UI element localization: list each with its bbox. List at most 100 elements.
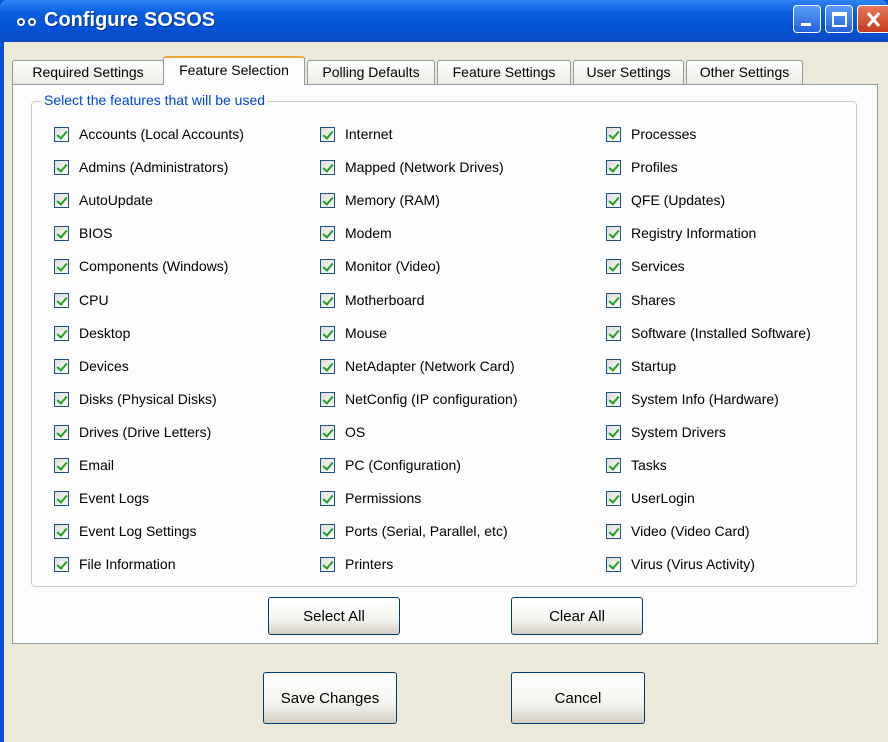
checkbox-checked-icon[interactable] — [320, 192, 335, 208]
feature-checkbox[interactable]: Monitor (Video) — [320, 256, 440, 276]
feature-checkbox[interactable]: Mouse — [320, 323, 387, 343]
feature-checkbox[interactable]: Modem — [320, 223, 392, 243]
close-button[interactable] — [857, 5, 888, 33]
checkbox-checked-icon[interactable] — [54, 192, 69, 208]
checkbox-checked-icon[interactable] — [320, 225, 335, 241]
feature-checkbox[interactable]: Admins (Administrators) — [54, 157, 228, 177]
maximize-button[interactable] — [825, 5, 853, 33]
feature-checkbox[interactable]: Printers — [320, 554, 393, 574]
feature-checkbox[interactable]: Devices — [54, 356, 129, 376]
checkbox-checked-icon[interactable] — [606, 490, 621, 506]
checkbox-checked-icon[interactable] — [606, 391, 621, 407]
checkbox-checked-icon[interactable] — [54, 523, 69, 539]
feature-checkbox[interactable]: Software (Installed Software) — [606, 323, 811, 343]
checkbox-checked-icon[interactable] — [54, 292, 69, 308]
feature-checkbox[interactable]: Event Logs — [54, 488, 149, 508]
checkbox-checked-icon[interactable] — [606, 358, 621, 374]
checkbox-checked-icon[interactable] — [54, 457, 69, 473]
feature-checkbox[interactable]: QFE (Updates) — [606, 190, 725, 210]
checkbox-checked-icon[interactable] — [606, 192, 621, 208]
feature-label: AutoUpdate — [79, 192, 153, 208]
checkbox-checked-icon[interactable] — [320, 391, 335, 407]
feature-checkbox[interactable]: AutoUpdate — [54, 190, 153, 210]
feature-checkbox[interactable]: UserLogin — [606, 488, 695, 508]
title-bar[interactable]: Configure SOSOS — [0, 0, 888, 42]
feature-checkbox[interactable]: Memory (RAM) — [320, 190, 440, 210]
feature-checkbox[interactable]: System Drivers — [606, 422, 726, 442]
feature-checkbox[interactable]: Shares — [606, 290, 675, 310]
feature-checkbox[interactable]: Drives (Drive Letters) — [54, 422, 211, 442]
minimize-button[interactable] — [793, 5, 821, 33]
feature-checkbox[interactable]: Disks (Physical Disks) — [54, 389, 217, 409]
feature-checkbox[interactable]: File Information — [54, 554, 175, 574]
checkbox-checked-icon[interactable] — [606, 556, 621, 572]
tab-polling-defaults[interactable]: Polling Defaults — [307, 60, 435, 84]
feature-checkbox[interactable]: Virus (Virus Activity) — [606, 554, 755, 574]
feature-checkbox[interactable]: Permissions — [320, 488, 421, 508]
checkbox-checked-icon[interactable] — [54, 325, 69, 341]
checkbox-checked-icon[interactable] — [54, 391, 69, 407]
feature-checkbox[interactable]: NetAdapter (Network Card) — [320, 356, 515, 376]
feature-checkbox[interactable]: Profiles — [606, 157, 678, 177]
feature-checkbox[interactable]: Tasks — [606, 455, 667, 475]
cancel-button[interactable]: Cancel — [511, 672, 645, 724]
checkbox-checked-icon[interactable] — [54, 159, 69, 175]
checkbox-checked-icon[interactable] — [320, 358, 335, 374]
feature-checkbox[interactable]: CPU — [54, 290, 109, 310]
checkbox-checked-icon[interactable] — [320, 126, 335, 142]
checkbox-checked-icon[interactable] — [606, 126, 621, 142]
checkbox-checked-icon[interactable] — [606, 523, 621, 539]
feature-checkbox[interactable]: BIOS — [54, 223, 112, 243]
feature-checkbox[interactable]: Desktop — [54, 323, 130, 343]
feature-checkbox[interactable]: Registry Information — [606, 223, 756, 243]
checkbox-checked-icon[interactable] — [320, 490, 335, 506]
checkbox-checked-icon[interactable] — [320, 159, 335, 175]
checkbox-checked-icon[interactable] — [606, 457, 621, 473]
checkbox-checked-icon[interactable] — [320, 523, 335, 539]
checkbox-checked-icon[interactable] — [320, 556, 335, 572]
checkbox-checked-icon[interactable] — [606, 325, 621, 341]
checkbox-checked-icon[interactable] — [54, 556, 69, 572]
feature-checkbox[interactable]: System Info (Hardware) — [606, 389, 779, 409]
checkbox-checked-icon[interactable] — [320, 292, 335, 308]
save-changes-button[interactable]: Save Changes — [263, 672, 397, 724]
clear-all-button[interactable]: Clear All — [511, 597, 643, 635]
feature-checkbox[interactable]: Ports (Serial, Parallel, etc) — [320, 521, 508, 541]
checkbox-checked-icon[interactable] — [54, 358, 69, 374]
feature-checkbox[interactable]: OS — [320, 422, 365, 442]
select-all-button[interactable]: Select All — [268, 597, 400, 635]
checkbox-checked-icon[interactable] — [54, 490, 69, 506]
checkbox-checked-icon[interactable] — [54, 126, 69, 142]
checkbox-checked-icon[interactable] — [320, 258, 335, 274]
feature-checkbox[interactable]: NetConfig (IP configuration) — [320, 389, 518, 409]
feature-checkbox[interactable]: Components (Windows) — [54, 256, 228, 276]
feature-checkbox[interactable]: Startup — [606, 356, 676, 376]
checkbox-checked-icon[interactable] — [54, 258, 69, 274]
feature-checkbox[interactable]: Processes — [606, 124, 696, 144]
feature-checkbox[interactable]: Motherboard — [320, 290, 424, 310]
tab-feature-settings[interactable]: Feature Settings — [437, 60, 571, 84]
feature-checkbox[interactable]: Event Log Settings — [54, 521, 197, 541]
checkbox-checked-icon[interactable] — [606, 258, 621, 274]
tab-user-settings[interactable]: User Settings — [573, 60, 684, 84]
checkbox-checked-icon[interactable] — [320, 457, 335, 473]
feature-checkbox[interactable]: Mapped (Network Drives) — [320, 157, 504, 177]
checkbox-checked-icon[interactable] — [606, 159, 621, 175]
checkbox-checked-icon[interactable] — [606, 424, 621, 440]
checkbox-checked-icon[interactable] — [54, 424, 69, 440]
checkbox-checked-icon[interactable] — [606, 225, 621, 241]
tab-required-settings[interactable]: Required Settings — [12, 60, 164, 84]
tab-feature-selection[interactable]: Feature Selection — [163, 56, 305, 85]
checkbox-checked-icon[interactable] — [606, 292, 621, 308]
feature-checkbox[interactable]: Email — [54, 455, 114, 475]
checkbox-checked-icon[interactable] — [320, 325, 335, 341]
checkbox-checked-icon[interactable] — [54, 225, 69, 241]
feature-checkbox[interactable]: PC (Configuration) — [320, 455, 461, 475]
feature-checkbox[interactable]: Services — [606, 256, 685, 276]
feature-checkbox[interactable]: Video (Video Card) — [606, 521, 750, 541]
dialog-client-area: Required Settings Feature Selection Poll… — [4, 42, 888, 742]
checkbox-checked-icon[interactable] — [320, 424, 335, 440]
tab-other-settings[interactable]: Other Settings — [686, 60, 803, 84]
feature-checkbox[interactable]: Internet — [320, 124, 392, 144]
feature-checkbox[interactable]: Accounts (Local Accounts) — [54, 124, 244, 144]
